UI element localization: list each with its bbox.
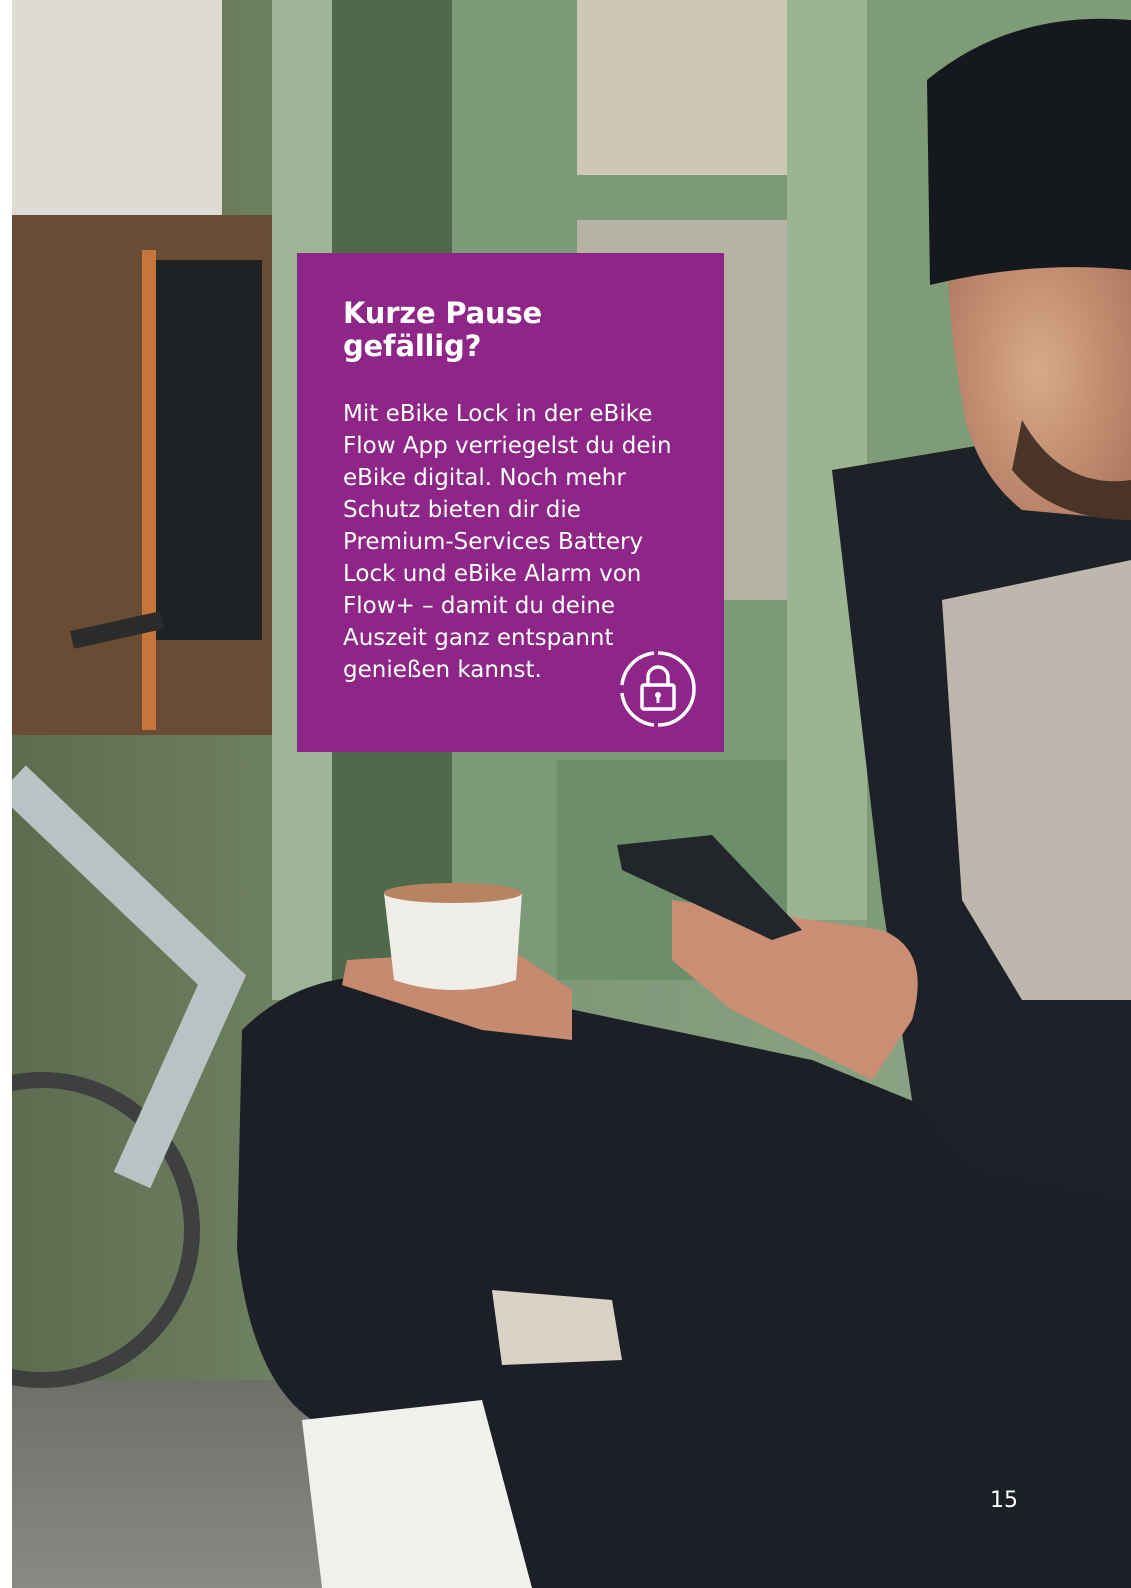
page-number: 15 <box>990 1488 1018 1513</box>
lock-icon <box>620 651 696 727</box>
background-photo <box>12 0 1131 1588</box>
brochure-page: Kurze Pause gefällig? Mit eBike Lock in … <box>0 0 1131 1588</box>
info-title: Kurze Pause gefällig? <box>343 296 542 364</box>
info-body: Mit eBike Lock in der eBike Flow App ver… <box>343 400 672 683</box>
info-box: Kurze Pause gefällig? Mit eBike Lock in … <box>297 253 724 752</box>
